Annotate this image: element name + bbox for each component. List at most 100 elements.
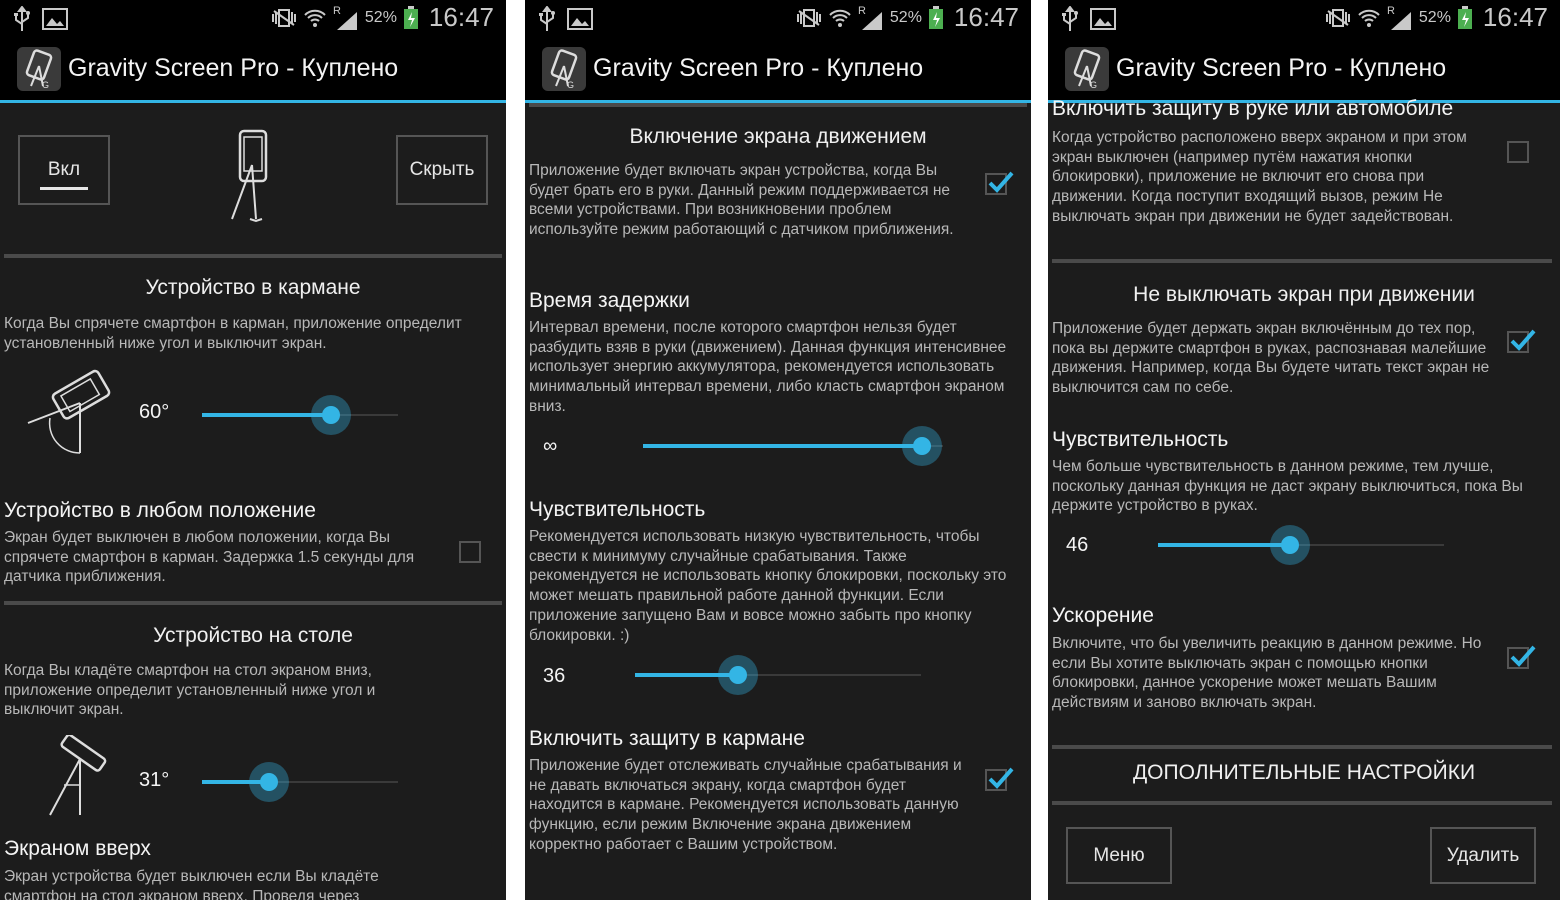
usb-icon <box>1062 6 1078 31</box>
table-angle-icon <box>49 735 107 816</box>
menu-button[interactable]: Меню <box>1066 827 1172 884</box>
slider-thumb[interactable] <box>902 426 942 466</box>
table-description: Когда Вы кладёте смартфон на стол экрано… <box>4 662 376 719</box>
delay-description: Интервал времени, после которого смартфо… <box>529 319 1007 415</box>
screenshot-1: R 52% 16:47 G Gravity Screen Pro - Купле… <box>0 0 506 900</box>
status-bar: R 52% 16:47 <box>1048 0 1560 36</box>
vibrate-icon <box>1325 8 1350 27</box>
acceleration-title: Ускорение <box>1052 604 1154 627</box>
battery-percent: 52% <box>364 8 397 26</box>
acceleration-checkbox[interactable] <box>1507 645 1536 669</box>
signal-icon: R <box>1387 5 1411 30</box>
checkmark-icon <box>988 767 1014 789</box>
slider-thumb[interactable] <box>311 395 352 435</box>
app-icon[interactable]: G <box>541 46 587 92</box>
action-bar: G Gravity Screen Pro - Куплено <box>0 36 506 103</box>
sensitivity-title: Чувствительность <box>529 498 706 521</box>
divider <box>4 601 502 605</box>
on-button[interactable]: Вкл <box>18 135 110 205</box>
sensitivity-description: Чем больше чувствительность в данном реж… <box>1052 458 1523 515</box>
settings-content: Включение экрана движением Приложение бу… <box>525 103 1031 900</box>
roaming-label: R <box>858 5 866 17</box>
app-title: Gravity Screen Pro - Куплено <box>68 54 399 82</box>
slider-thumb[interactable] <box>1269 525 1310 565</box>
pocket-angle-icon <box>27 369 111 454</box>
sensitivity-title: Чувствительность <box>1052 428 1229 451</box>
any-position-title: Устройство в любом положение <box>4 499 316 522</box>
sensitivity-slider[interactable] <box>1158 525 1444 565</box>
app-icon[interactable]: G <box>1064 46 1110 92</box>
image-icon <box>1090 8 1116 30</box>
hand-car-checkbox[interactable] <box>1507 141 1529 163</box>
delay-value: ∞ <box>543 435 558 457</box>
pocket-protect-description: Приложение будет отслеживать случайные с… <box>529 757 962 853</box>
on-indicator <box>40 187 88 190</box>
slider-thumb[interactable] <box>248 762 289 802</box>
table-angle-value: 31° <box>139 769 170 791</box>
pocket-angle-slider[interactable] <box>202 395 398 435</box>
battery-icon <box>1457 5 1472 29</box>
settings-content: Вкл Скрыть Устройство в кармане Когда Вы… <box>0 103 506 900</box>
usb-icon <box>14 6 30 31</box>
app-icon-letter: G <box>1090 80 1097 90</box>
delay-slider[interactable] <box>643 426 943 466</box>
sensitivity-value: 46 <box>1066 534 1089 556</box>
pocket-protect-checkbox[interactable] <box>985 767 1014 791</box>
roaming-label: R <box>333 5 341 17</box>
divider <box>4 254 502 258</box>
settings-content: Включить защиту в руке или автомобиле Ко… <box>1048 97 1560 900</box>
checkmark-icon <box>1510 329 1536 351</box>
roaming-label: R <box>1387 5 1395 17</box>
keep-on-description: Приложение будет держать экран включённы… <box>1052 320 1490 397</box>
slider-thumb[interactable] <box>717 655 758 695</box>
image-icon <box>567 8 593 30</box>
any-position-description: Экран будет выключен в любом положении, … <box>4 529 415 586</box>
sensitivity-slider[interactable] <box>635 655 921 695</box>
vibrate-icon <box>796 8 821 27</box>
divider <box>1052 745 1552 749</box>
sensitivity-value: 36 <box>543 665 566 687</box>
hand-car-description: Когда устройство расположено вверх экран… <box>1052 129 1467 225</box>
motion-on-checkbox[interactable] <box>985 171 1014 195</box>
hide-button[interactable]: Скрыть <box>396 135 488 205</box>
wifi-icon <box>829 9 851 27</box>
app-icon[interactable]: G <box>16 46 62 92</box>
vibrate-icon <box>271 8 296 27</box>
signal-icon: R <box>333 5 357 30</box>
battery-icon <box>403 5 418 29</box>
table-title: Устройство на столе <box>153 624 353 647</box>
pocket-description: Когда Вы спрячете смартфон в карман, при… <box>4 315 462 352</box>
face-up-description: Экран устройства будет выключен если Вы … <box>4 868 379 900</box>
additional-settings-link[interactable]: ДОПОЛНИТЕЛЬНЫЕ НАСТРОЙКИ <box>1048 761 1560 785</box>
clock: 16:47 <box>953 2 1019 32</box>
wifi-icon <box>1358 9 1380 27</box>
image-icon <box>42 8 68 30</box>
pocket-protect-title: Включить защиту в кармане <box>529 727 805 750</box>
app-icon-letter: G <box>42 80 49 90</box>
delay-title: Время задержки <box>529 289 690 312</box>
clock: 16:47 <box>1482 2 1548 32</box>
battery-icon <box>928 5 943 29</box>
screenshot-2: R 52% 16:47 G Gravity Screen Pro - Купле… <box>525 0 1031 900</box>
action-bar: G Gravity Screen Pro - Куплено <box>525 36 1031 103</box>
action-bar: G Gravity Screen Pro - Куплено <box>1048 36 1560 103</box>
table-angle-slider[interactable] <box>202 762 398 802</box>
divider <box>529 103 1027 107</box>
slider-fill <box>643 444 922 448</box>
pocket-title: Устройство в кармане <box>145 276 361 299</box>
keep-on-checkbox[interactable] <box>1507 329 1536 353</box>
divider <box>1052 259 1552 263</box>
status-bar: R 52% 16:47 <box>525 0 1031 36</box>
checkmark-icon <box>1510 645 1536 667</box>
app-icon-letter: G <box>567 80 574 90</box>
battery-percent: 52% <box>1418 8 1451 26</box>
sensitivity-description: Рекомендуется использовать низкую чувств… <box>529 528 1007 644</box>
acceleration-description: Включите, что бы увеличить реакцию в дан… <box>1052 635 1482 712</box>
app-title: Gravity Screen Pro - Куплено <box>1116 54 1447 82</box>
keep-on-title: Не выключать экран при движении <box>1133 283 1475 306</box>
usb-icon <box>539 6 555 31</box>
any-position-checkbox[interactable] <box>459 541 481 563</box>
motion-on-description: Приложение будет включать экран устройст… <box>529 162 954 239</box>
signal-icon: R <box>858 5 882 30</box>
delete-button[interactable]: Удалить <box>1430 827 1536 884</box>
